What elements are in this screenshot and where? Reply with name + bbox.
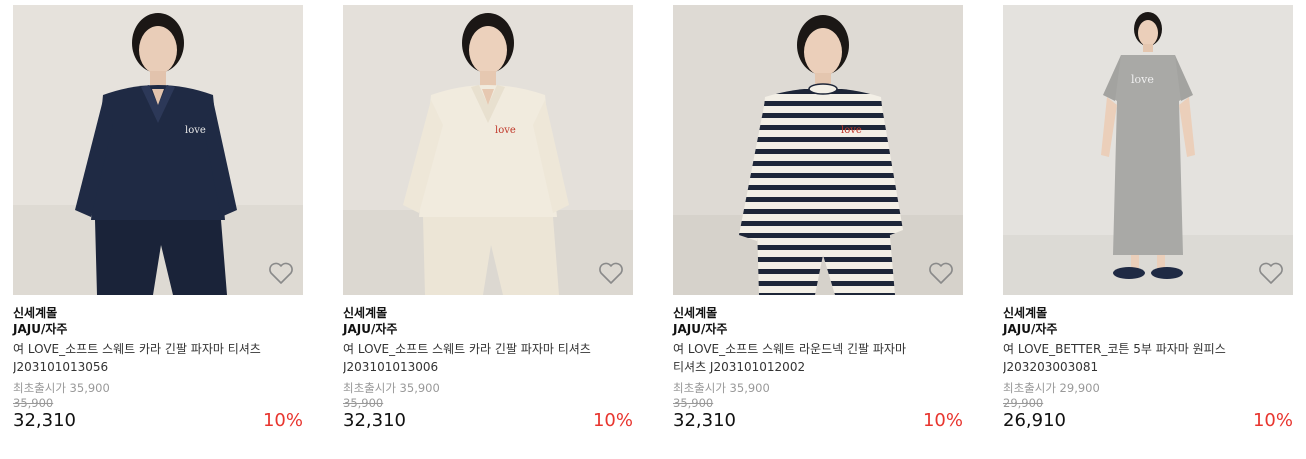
price-row: 26,910 10% xyxy=(1003,410,1293,434)
product-card[interactable]: love 신세계몰 JAJU/자주 여 LOVE_소프트 스웨트 라운드넥 긴팔… xyxy=(673,5,963,434)
discount-rate: 10% xyxy=(922,410,963,431)
mall-tag: 신세계몰 xyxy=(343,306,388,320)
brand-name[interactable]: JAJU/자주 xyxy=(1003,321,1293,338)
price-row: 32,310 10% xyxy=(343,410,633,434)
product-image[interactable]: love xyxy=(1003,5,1293,295)
product-image[interactable]: love xyxy=(673,5,963,295)
original-price: 35,900 xyxy=(343,396,384,410)
release-price-label: 최초출시가 35,900 xyxy=(343,381,440,395)
original-price: 35,900 xyxy=(13,396,54,410)
brand-name[interactable]: JAJU/자주 xyxy=(673,321,963,338)
product-info[interactable]: 신세계몰 JAJU/자주 여 LOVE_소프트 스웨트 카라 긴팔 파자마 티셔… xyxy=(13,295,303,434)
original-price: 35,900 xyxy=(673,396,714,410)
svg-text:love: love xyxy=(495,125,516,136)
product-image[interactable]: love xyxy=(343,5,633,295)
product-card[interactable]: love 신세계몰 JAJU/자주 여 LOVE_BETTER_코튼 5부 파자… xyxy=(1003,5,1293,434)
original-price: 29,900 xyxy=(1003,396,1044,410)
release-price-label: 최초출시가 29,900 xyxy=(1003,381,1100,395)
price-row: 32,310 10% xyxy=(673,410,963,434)
product-info[interactable]: 신세계몰 JAJU/자주 여 LOVE_소프트 스웨트 카라 긴팔 파자마 티셔… xyxy=(343,295,633,434)
product-card[interactable]: love 신세계몰 JAJU/자주 여 LOVE_소프트 스웨트 카라 긴팔 파… xyxy=(343,5,633,434)
wishlist-heart-icon[interactable] xyxy=(927,259,955,287)
wishlist-heart-icon[interactable] xyxy=(267,259,295,287)
model-photo-navy-pajama: love xyxy=(13,5,303,295)
discount-rate: 10% xyxy=(592,410,633,431)
brand-name[interactable]: JAJU/자주 xyxy=(13,321,303,338)
product-name[interactable]: 여 LOVE_소프트 스웨트 카라 긴팔 파자마 티셔츠 J2031010130… xyxy=(13,340,263,376)
wishlist-heart-icon[interactable] xyxy=(1257,259,1285,287)
release-price-label: 최초출시가 35,900 xyxy=(13,381,110,395)
wishlist-heart-icon[interactable] xyxy=(597,259,625,287)
discount-rate: 10% xyxy=(1252,410,1293,431)
brand-name[interactable]: JAJU/자주 xyxy=(343,321,633,338)
product-grid: love 신세계몰 JAJU/자주 여 LOVE_소프트 스웨트 카라 긴팔 파… xyxy=(0,0,1306,459)
sale-price: 32,310 xyxy=(673,410,736,431)
mall-tag: 신세계몰 xyxy=(13,306,58,320)
product-name[interactable]: 여 LOVE_소프트 스웨트 카라 긴팔 파자마 티셔츠 J2031010130… xyxy=(343,340,593,376)
sale-price: 32,310 xyxy=(343,410,406,431)
svg-text:love: love xyxy=(841,125,862,136)
product-info[interactable]: 신세계몰 JAJU/자주 여 LOVE_소프트 스웨트 라운드넥 긴팔 파자마 … xyxy=(673,295,963,434)
svg-text:love: love xyxy=(185,125,206,136)
mall-tag: 신세계몰 xyxy=(1003,306,1048,320)
product-info[interactable]: 신세계몰 JAJU/자주 여 LOVE_BETTER_코튼 5부 파자마 원피스… xyxy=(1003,295,1293,434)
model-photo-striped-pajama: love xyxy=(673,5,963,295)
model-photo-ivory-pajama: love xyxy=(343,5,633,295)
discount-rate: 10% xyxy=(262,410,303,431)
price-row: 32,310 10% xyxy=(13,410,303,434)
svg-text:love: love xyxy=(1131,73,1154,86)
product-name[interactable]: 여 LOVE_BETTER_코튼 5부 파자마 원피스 J20320300308… xyxy=(1003,340,1253,376)
sale-price: 32,310 xyxy=(13,410,76,431)
mall-tag: 신세계몰 xyxy=(673,306,718,320)
product-name[interactable]: 여 LOVE_소프트 스웨트 라운드넥 긴팔 파자마 티셔츠 J20310101… xyxy=(673,340,923,376)
product-card[interactable]: love 신세계몰 JAJU/자주 여 LOVE_소프트 스웨트 카라 긴팔 파… xyxy=(13,5,303,434)
model-photo-gray-dress: love xyxy=(1003,5,1293,295)
sale-price: 26,910 xyxy=(1003,410,1066,431)
product-image[interactable]: love xyxy=(13,5,303,295)
release-price-label: 최초출시가 35,900 xyxy=(673,381,770,395)
